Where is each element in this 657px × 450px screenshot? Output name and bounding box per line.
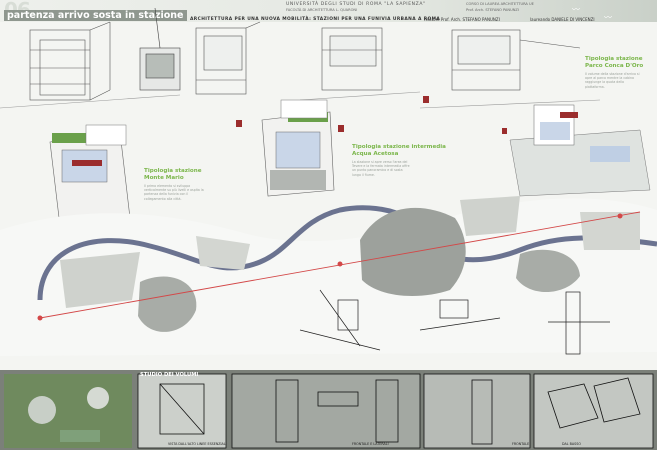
volume-panels: [137, 373, 654, 449]
caption-4: DAL BASSO: [562, 442, 581, 446]
acqua-acetosa-title-line1: Tipologia stazione intermedia: [352, 144, 446, 150]
monte-mario-title-line2: Monte Mario: [144, 174, 184, 181]
station-render-monte-mario: [49, 124, 131, 227]
monte-mario-text: Il primo elemento si sviluppa verticalme…: [144, 184, 204, 201]
parco-conca-oro-title: Tipologia stazione Parco Conca D'Oro: [585, 56, 643, 69]
parco-conca-oro-text: Il volume della stazione d'arrivo si apr…: [585, 72, 640, 89]
parco-conca-oro-title-line2: Parco Conca D'Oro: [585, 62, 644, 69]
station-sketch-acqua-acetosa-top: [195, 21, 261, 95]
station-render-parco-conca-oro: [509, 104, 651, 197]
illustrations: [0, 7, 657, 450]
urban-map: [0, 196, 657, 356]
station-sketch-right-top: [419, 29, 601, 109]
monte-mario-title-line1: Tipologia stazione: [144, 168, 202, 174]
caption-1: VISTA DALL'ALTO LINEE ESSENZIALI: [168, 442, 227, 446]
gondola-top-left: [139, 7, 181, 91]
caption-3: FRONTALE: [512, 442, 530, 446]
station-sketch-center-top: [299, 27, 421, 101]
acqua-acetosa-title-line2: Acqua Acetosa: [352, 150, 399, 157]
presentation-board: 06 partenza arrivo sosta in stazione UNI…: [0, 0, 657, 450]
monte-mario-title: Tipologia stazione Monte Mario: [144, 168, 202, 181]
station-render-acqua-acetosa: [261, 99, 335, 197]
studio-title: STUDIO DEI VOLUMI: [140, 372, 199, 378]
acqua-acetosa-title: Tipologia stazione intermedia Acqua Acet…: [352, 144, 446, 157]
parco-conca-oro-title-line1: Tipologia stazione: [585, 56, 643, 62]
acqua-acetosa-text: La stazione si apre verso l'area del Tev…: [352, 160, 410, 177]
caption-2: FRONTALE E LATERALI: [352, 442, 389, 446]
